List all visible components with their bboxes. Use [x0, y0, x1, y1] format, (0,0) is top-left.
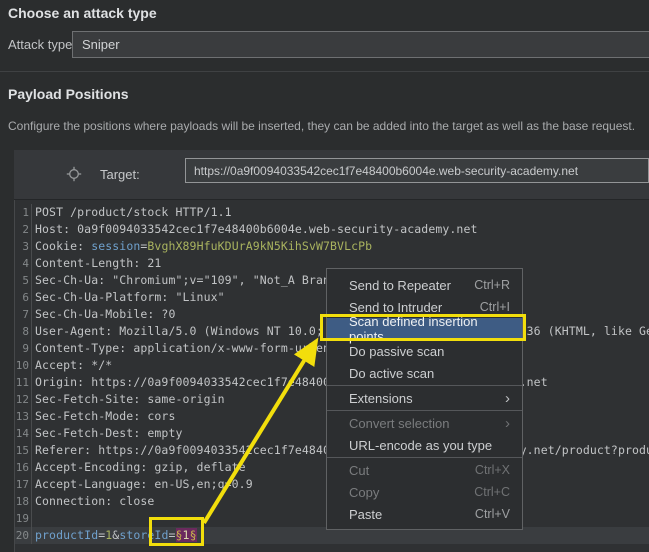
line-number: 13 — [15, 408, 32, 425]
line-number: 18 — [15, 493, 32, 510]
menu-item-label: Do passive scan — [349, 343, 445, 359]
line-number: 4 — [15, 255, 32, 272]
request-line-text: Connection: close — [35, 494, 155, 508]
request-line[interactable]: 1 POST /product/stock HTTP/1.1 — [15, 204, 649, 221]
menu-item-copy: Copy Ctrl+C — [327, 481, 522, 503]
menu-item-label: Do active scan — [349, 365, 435, 381]
menu-item-cut: Cut Ctrl+X — [327, 459, 522, 481]
menu-separator — [327, 410, 522, 411]
line-number: 15 — [15, 442, 32, 459]
request-line-text: Accept-Encoding: gzip, deflate — [35, 460, 246, 474]
request-line-text: Sec-Fetch-Dest: empty — [35, 426, 183, 440]
target-url-field[interactable]: https://0a9f0094033542cec1f7e48400b6004e… — [185, 158, 649, 183]
request-line-text: Content-Length: 21 — [35, 256, 162, 270]
menu-item-label: Convert selection — [349, 415, 450, 431]
request-line-text — [32, 510, 35, 527]
attack-type-label: Attack type: — [8, 37, 76, 52]
menu-item-convert-selection: Convert selection › — [327, 412, 522, 434]
menu-item-label: Extensions — [349, 390, 413, 406]
target-label: Target: — [100, 167, 140, 182]
request-line[interactable]: 2 Host: 0a9f0094033542cec1f7e48400b6004e.… — [15, 221, 649, 238]
crosshair-target-icon — [66, 166, 82, 182]
request-line-text: Cookie: session=BvghX89HfuKDUrA9kN5KihSv… — [35, 239, 373, 253]
menu-item-label: Send to Repeater — [349, 277, 451, 293]
menu-item-paste[interactable]: Paste Ctrl+V — [327, 503, 522, 525]
line-number: 16 — [15, 459, 32, 476]
line-number: 3 — [15, 238, 32, 255]
context-menu: Send to Repeater Ctrl+R Send to Intruder Ct… — [326, 268, 523, 530]
line-number: 17 — [15, 476, 32, 493]
line-number: 1 — [15, 204, 32, 221]
attack-type-selected-value: Sniper — [82, 37, 120, 52]
line-number: 6 — [15, 289, 32, 306]
menu-item-shortcut: Ctrl+R — [474, 278, 510, 292]
menu-separator — [327, 385, 522, 386]
attack-type-section-title: Choose an attack type — [8, 5, 157, 21]
line-number: 7 — [15, 306, 32, 323]
menu-separator — [327, 457, 522, 458]
payload-positions-description: Configure the positions where payloads w… — [8, 119, 636, 133]
menu-item-label: Scan defined insertion points — [349, 314, 478, 344]
menu-item-url-encode-as-you-type[interactable]: URL-encode as you type — [327, 434, 522, 456]
request-line-text: productId=1&storeId=§1§ — [35, 528, 197, 542]
menu-item-shortcut: Ctrl+C — [474, 485, 510, 499]
menu-item-shortcut: Ctrl+V — [474, 507, 510, 521]
menu-item-label: URL-encode as you type — [349, 437, 493, 453]
burp-intruder-positions-view: Choose an attack type Attack type: Snipe… — [0, 0, 649, 552]
submenu-arrow-icon: › — [505, 389, 510, 407]
menu-item-label: Paste — [349, 506, 383, 522]
request-line-text: Content-Type: application/x-www-form-url… — [35, 341, 366, 355]
request-line-text: POST /product/stock HTTP/1.1 — [35, 205, 232, 219]
line-number: 20 — [15, 527, 32, 544]
section-divider — [0, 71, 649, 72]
line-number: 5 — [15, 272, 32, 289]
attack-type-select[interactable]: Sniper — [72, 31, 649, 58]
submenu-arrow-icon: › — [505, 414, 510, 432]
request-line-text: Sec-Fetch-Mode: cors — [35, 409, 176, 423]
line-number: 10 — [15, 357, 32, 374]
line-number: 9 — [15, 340, 32, 357]
menu-item-label: Copy — [349, 484, 380, 500]
menu-item-send-to-repeater[interactable]: Send to Repeater Ctrl+R — [327, 274, 522, 296]
line-number: 2 — [15, 221, 32, 238]
line-number: 14 — [15, 425, 32, 442]
menu-item-scan-defined-insertion-points[interactable]: Scan defined insertion points — [327, 314, 522, 344]
menu-item-extensions[interactable]: Extensions › — [327, 387, 522, 409]
request-line-text: Sec-Ch-Ua-Mobile: ?0 — [35, 307, 176, 321]
request-line-text: Accept-Language: en-US,en;q=0.9 — [35, 477, 253, 491]
line-number: 19 — [15, 510, 32, 527]
request-line-text: Sec-Ch-Ua-Platform: "Linux" — [35, 290, 225, 304]
request-line-text: Accept: */* — [35, 358, 113, 372]
request-line-text: Host: 0a9f0094033542cec1f7e48400b6004e.w… — [35, 222, 478, 236]
payload-positions-title: Payload Positions — [8, 86, 129, 102]
line-number: 11 — [15, 374, 32, 391]
menu-item-do-active-scan[interactable]: Do active scan — [327, 362, 522, 384]
request-line-text: Sec-Fetch-Site: same-origin — [35, 392, 225, 406]
menu-item-do-passive-scan[interactable]: Do passive scan — [327, 340, 522, 362]
line-number: 12 — [15, 391, 32, 408]
menu-item-label: Cut — [349, 462, 370, 478]
menu-item-label: Send to Intruder — [349, 299, 443, 315]
request-line[interactable]: 3 Cookie: session=BvghX89HfuKDUrA9kN5KihS… — [15, 238, 649, 255]
menu-item-shortcut: Ctrl+I — [479, 300, 510, 314]
menu-item-shortcut: Ctrl+X — [474, 463, 510, 477]
line-number: 8 — [15, 323, 32, 340]
